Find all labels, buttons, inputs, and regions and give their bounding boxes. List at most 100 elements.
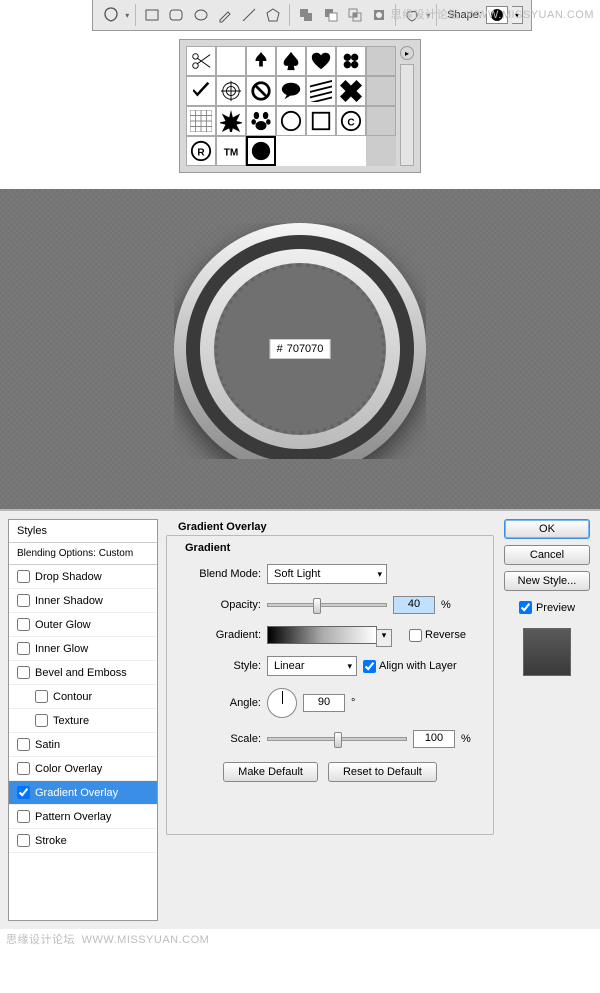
style-checkbox[interactable] — [17, 786, 30, 799]
shape-pad — [366, 76, 396, 106]
angle-dial[interactable] — [267, 688, 297, 718]
style-item-label: Outer Glow — [35, 619, 91, 631]
ok-button[interactable]: OK — [504, 519, 590, 539]
style-item-label: Drop Shadow — [35, 571, 102, 583]
angle-input[interactable]: 90 — [303, 694, 345, 712]
dropdown-arrow-icon[interactable]: ▾ — [125, 11, 129, 20]
scale-slider[interactable] — [267, 737, 407, 741]
shape-fleur-icon[interactable] — [246, 46, 276, 76]
shape-grid-icon[interactable] — [186, 106, 216, 136]
style-item-label: Inner Shadow — [35, 595, 103, 607]
shape-copyright-icon[interactable]: C — [336, 106, 366, 136]
style-item-texture[interactable]: Texture — [9, 709, 157, 733]
scale-label: Scale: — [181, 733, 261, 745]
blend-mode-select[interactable]: Soft Light — [267, 564, 387, 584]
opacity-label: Opacity: — [181, 599, 261, 611]
style-select[interactable]: Linear — [267, 656, 357, 676]
style-item-stroke[interactable]: Stroke — [9, 829, 157, 853]
preview-checkbox[interactable]: Preview — [519, 601, 575, 614]
styles-header[interactable]: Styles — [9, 520, 157, 543]
style-checkbox[interactable] — [17, 762, 30, 775]
group-subtitle: Gradient — [185, 542, 479, 554]
shape-target-icon[interactable] — [216, 76, 246, 106]
shape-check-icon[interactable] — [186, 76, 216, 106]
rect-icon[interactable] — [142, 4, 162, 26]
shape-blank[interactable] — [216, 46, 246, 76]
style-item-label: Bevel and Emboss — [35, 667, 127, 679]
shape-burst-icon[interactable] — [216, 106, 246, 136]
shape-paw-icon[interactable] — [246, 106, 276, 136]
palette-menu-icon[interactable]: ▸ — [400, 46, 414, 60]
rounded-rect-icon[interactable] — [166, 4, 186, 26]
new-style-button[interactable]: New Style... — [504, 571, 590, 591]
make-default-button[interactable]: Make Default — [223, 762, 318, 782]
style-checkbox[interactable] — [17, 738, 30, 751]
style-checkbox[interactable] — [17, 570, 30, 583]
path-exclude-icon[interactable] — [369, 4, 389, 26]
watermark-text: 思缘设计论坛 — [6, 934, 75, 946]
style-item-contour[interactable]: Contour — [9, 685, 157, 709]
pen-icon[interactable] — [215, 4, 235, 26]
blob-tool-icon[interactable] — [101, 4, 121, 26]
path-subtract-icon[interactable] — [320, 4, 340, 26]
style-item-outer-glow[interactable]: Outer Glow — [9, 613, 157, 637]
align-checkbox[interactable]: Align with Layer — [363, 660, 457, 673]
dialog-actions: OK Cancel New Style... Preview — [502, 519, 592, 921]
reset-default-button[interactable]: Reset to Default — [328, 762, 437, 782]
hex-value: 707070 — [287, 343, 324, 355]
shape-square-icon[interactable] — [306, 106, 336, 136]
style-item-satin[interactable]: Satin — [9, 733, 157, 757]
style-checkbox[interactable] — [17, 666, 30, 679]
reverse-checkbox[interactable]: Reverse — [409, 629, 466, 642]
shape-grid: C R TM — [186, 46, 396, 166]
cancel-button[interactable]: Cancel — [504, 545, 590, 565]
style-checkbox[interactable] — [17, 594, 30, 607]
shape-trademark-icon[interactable]: TM — [216, 136, 246, 166]
style-item-pattern-overlay[interactable]: Pattern Overlay — [9, 805, 157, 829]
angle-label: Angle: — [181, 697, 261, 709]
shape-scissors-icon[interactable] — [186, 46, 216, 76]
style-item-label: Stroke — [35, 835, 67, 847]
angle-unit: ° — [351, 697, 355, 709]
path-add-icon[interactable] — [296, 4, 316, 26]
preview-swatch — [523, 628, 571, 676]
canvas-preview: # 707070 — [0, 189, 600, 509]
watermark-url: WWW.MISSYUAN.COM — [466, 9, 594, 21]
shape-spade-icon[interactable] — [276, 46, 306, 76]
style-item-color-overlay[interactable]: Color Overlay — [9, 757, 157, 781]
shape-checker-icon[interactable] — [336, 76, 366, 106]
style-item-inner-shadow[interactable]: Inner Shadow — [9, 589, 157, 613]
shape-registered-icon[interactable]: R — [186, 136, 216, 166]
opacity-slider[interactable] — [267, 603, 387, 607]
style-item-inner-glow[interactable]: Inner Glow — [9, 637, 157, 661]
style-item-bevel-and-emboss[interactable]: Bevel and Emboss — [9, 661, 157, 685]
style-checkbox[interactable] — [17, 642, 30, 655]
palette-scrollbar[interactable] — [400, 64, 414, 166]
custom-shape-picker: C R TM ▸ — [179, 39, 421, 173]
style-checkbox[interactable] — [17, 618, 30, 631]
style-checkbox[interactable] — [35, 690, 48, 703]
blending-options-row[interactable]: Blending Options: Custom — [9, 543, 157, 565]
shape-stripes-icon[interactable] — [306, 76, 336, 106]
settings-panel: Gradient Overlay Gradient Blend Mode: So… — [166, 519, 494, 921]
shape-ring-icon[interactable] — [276, 106, 306, 136]
style-item-gradient-overlay[interactable]: Gradient Overlay — [9, 781, 157, 805]
scale-input[interactable]: 100 — [413, 730, 455, 748]
style-item-drop-shadow[interactable]: Drop Shadow — [9, 565, 157, 589]
style-checkbox[interactable] — [17, 834, 30, 847]
shape-circle-icon[interactable] — [246, 136, 276, 166]
path-intersect-icon[interactable] — [345, 4, 365, 26]
shape-heart-icon[interactable] — [306, 46, 336, 76]
shape-clover-icon[interactable] — [336, 46, 366, 76]
line-icon[interactable] — [239, 4, 259, 26]
shape-prohibit-icon[interactable] — [246, 76, 276, 106]
shape-empty — [306, 136, 336, 166]
style-checkbox[interactable] — [35, 714, 48, 727]
style-checkbox[interactable] — [17, 810, 30, 823]
ellipse-icon[interactable] — [191, 4, 211, 26]
polygon-icon[interactable] — [263, 4, 283, 26]
shape-speech-icon[interactable] — [276, 76, 306, 106]
layer-style-dialog: Styles Blending Options: Custom Drop Sha… — [0, 509, 600, 929]
opacity-input[interactable]: 40 — [393, 596, 435, 614]
gradient-picker[interactable] — [267, 626, 377, 644]
